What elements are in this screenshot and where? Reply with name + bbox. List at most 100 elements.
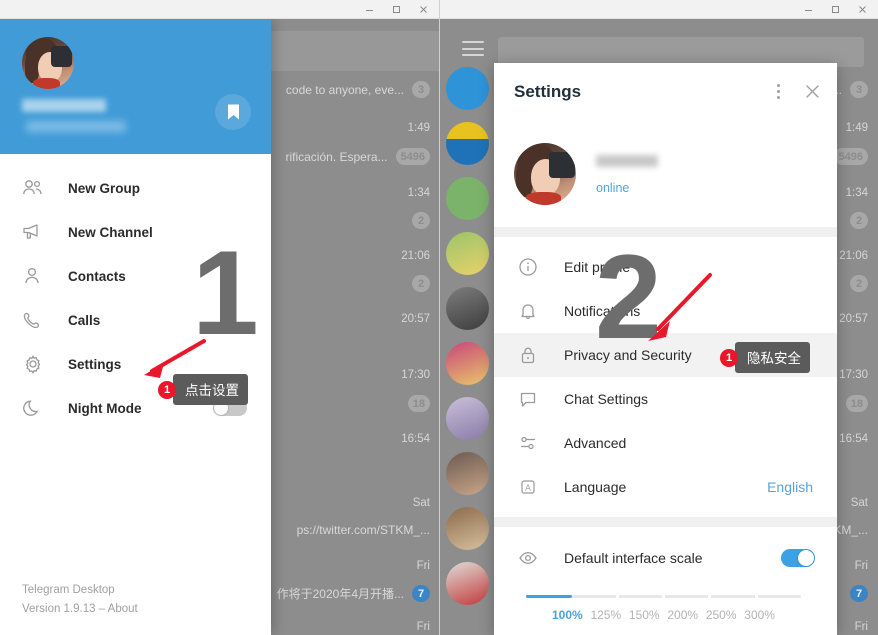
list-item[interactable]: 21:06 — [401, 250, 430, 262]
menu-icon[interactable] — [462, 41, 484, 56]
settings-row-language[interactable]: A Language English — [494, 465, 837, 509]
list-item[interactable]: 1:34 — [846, 187, 868, 199]
megaphone-icon — [22, 220, 50, 244]
maximize-icon[interactable] — [383, 0, 410, 18]
scale-option[interactable]: 250% — [706, 608, 737, 622]
unread-badge: 3 — [412, 81, 430, 98]
list-item[interactable]: 18 — [407, 395, 430, 412]
step-number-watermark: 1 — [192, 226, 259, 360]
chat-time: Sat — [412, 497, 430, 509]
chat-time: 20:57 — [839, 313, 868, 325]
interface-scale-toggle[interactable] — [781, 549, 815, 567]
list-item[interactable]: 7 — [850, 585, 868, 602]
unread-badge: 7 — [412, 585, 430, 602]
settings-header: Settings — [494, 63, 837, 120]
settings-row-list: Edit profile Notifications Privacy and S… — [494, 237, 837, 517]
avatar[interactable] — [22, 37, 74, 89]
menu-item-label: Calls — [68, 312, 101, 328]
avatar[interactable] — [514, 142, 576, 205]
chat-snippet: rificación. Espera... — [285, 149, 388, 164]
list-item[interactable]: 18 — [845, 395, 868, 412]
list-item[interactable]: 2 — [412, 212, 430, 229]
gear-icon — [22, 352, 50, 376]
settings-row-label: Chat Settings — [564, 391, 649, 407]
list-item[interactable]: 16:54 — [839, 433, 868, 445]
app-version[interactable]: Version 1.9.13 – About — [22, 600, 138, 619]
list-item[interactable]: 16:54 — [401, 433, 430, 445]
phone-icon — [22, 308, 50, 332]
minimize-icon[interactable] — [356, 0, 383, 18]
slider-segment[interactable] — [572, 595, 619, 598]
slider-segment[interactable] — [758, 595, 801, 598]
list-item[interactable]: Fri — [417, 621, 430, 633]
close-icon[interactable] — [410, 0, 437, 18]
chat-time: 17:30 — [839, 369, 868, 381]
profile-name-blurred — [596, 154, 658, 167]
close-icon[interactable] — [795, 75, 829, 109]
list-item[interactable]: rificación. Espera... 5496 — [285, 148, 430, 165]
list-item[interactable]: Sat — [851, 497, 868, 509]
interface-scale-header: Default interface scale — [494, 535, 837, 581]
list-item[interactable]: 17:30 — [401, 369, 430, 381]
settings-row-chat-settings[interactable]: Chat Settings — [494, 377, 837, 421]
profile-text: online — [596, 153, 658, 195]
group-icon — [22, 176, 50, 200]
maximize-icon[interactable] — [822, 0, 849, 18]
screenshot-root: code to anyone, eve... 3 1:49 rificación… — [0, 0, 878, 635]
list-item[interactable]: Sat — [413, 497, 430, 509]
language-value[interactable]: English — [767, 479, 813, 495]
list-item[interactable]: Fri — [855, 621, 868, 633]
more-vertical-icon[interactable] — [761, 75, 795, 109]
slider-segment[interactable] — [711, 595, 758, 598]
list-item[interactable]: 20:57 — [839, 313, 868, 325]
scale-option[interactable]: 100% — [552, 608, 583, 622]
unread-badge: 5496 — [833, 148, 868, 165]
language-icon: A — [518, 477, 544, 497]
list-item[interactable]: ps://twitter.com/STKM_... — [297, 523, 430, 537]
chat-icon — [518, 389, 544, 409]
scale-option[interactable]: 150% — [629, 608, 660, 622]
settings-row-notifications[interactable]: Notifications — [494, 289, 837, 333]
scale-option[interactable]: 125% — [590, 608, 621, 622]
slider-segment[interactable] — [619, 595, 665, 598]
list-item[interactable]: 2 — [850, 212, 868, 229]
chat-time: Fri — [854, 560, 868, 572]
settings-row-edit-profile[interactable]: Edit profile — [494, 245, 837, 289]
annotation-badge: 1 — [158, 380, 176, 399]
interface-scale-slider[interactable]: 100% 125% 150% 200% 250% 300% — [494, 581, 837, 622]
list-item[interactable]: Fri — [417, 560, 430, 572]
list-item[interactable]: 作将于2020年4月开播... 7 — [277, 585, 430, 602]
list-item[interactable]: 17:30 — [839, 369, 868, 381]
settings-row-advanced[interactable]: Advanced — [494, 421, 837, 465]
divider — [494, 227, 837, 237]
list-item[interactable]: 1:49 — [408, 122, 430, 134]
slider-track[interactable] — [526, 595, 801, 598]
list-item[interactable]: 20:57 — [401, 313, 430, 325]
list-item[interactable]: Fri — [855, 560, 868, 572]
list-item[interactable]: 1:34 — [408, 187, 430, 199]
list-item[interactable]: 2 — [850, 275, 868, 292]
person-icon — [22, 264, 50, 288]
chat-snippet: ps://twitter.com/STKM_... — [296, 523, 430, 537]
list-item[interactable]: KM_... — [833, 523, 868, 537]
list-item[interactable]: 5496 — [833, 148, 868, 165]
slider-segment[interactable] — [665, 595, 712, 598]
scale-option[interactable]: 200% — [667, 608, 698, 622]
list-item[interactable]: 1:49 — [846, 122, 868, 134]
telegram-window-left: code to anyone, eve... 3 1:49 rificación… — [0, 0, 440, 635]
chat-time: 20:57 — [401, 313, 430, 325]
menu-item-new-group[interactable]: New Group — [0, 166, 271, 210]
profile-block[interactable]: online — [494, 120, 837, 227]
list-item[interactable]: code to anyone, eve... 3 — [286, 81, 430, 98]
divider — [494, 517, 837, 527]
list-item[interactable]: 2 — [412, 275, 430, 292]
minimize-icon[interactable] — [795, 0, 822, 18]
close-icon[interactable] — [849, 0, 876, 18]
chat-time: Fri — [854, 621, 868, 633]
list-item[interactable]: 21:06 — [839, 250, 868, 262]
scale-option[interactable]: 300% — [744, 608, 775, 622]
bookmark-icon[interactable] — [215, 94, 251, 130]
unread-badge: 7 — [850, 585, 868, 602]
chat-time: Sat — [850, 497, 868, 509]
annotation-callout-1: 1 点击设置 — [158, 374, 248, 405]
